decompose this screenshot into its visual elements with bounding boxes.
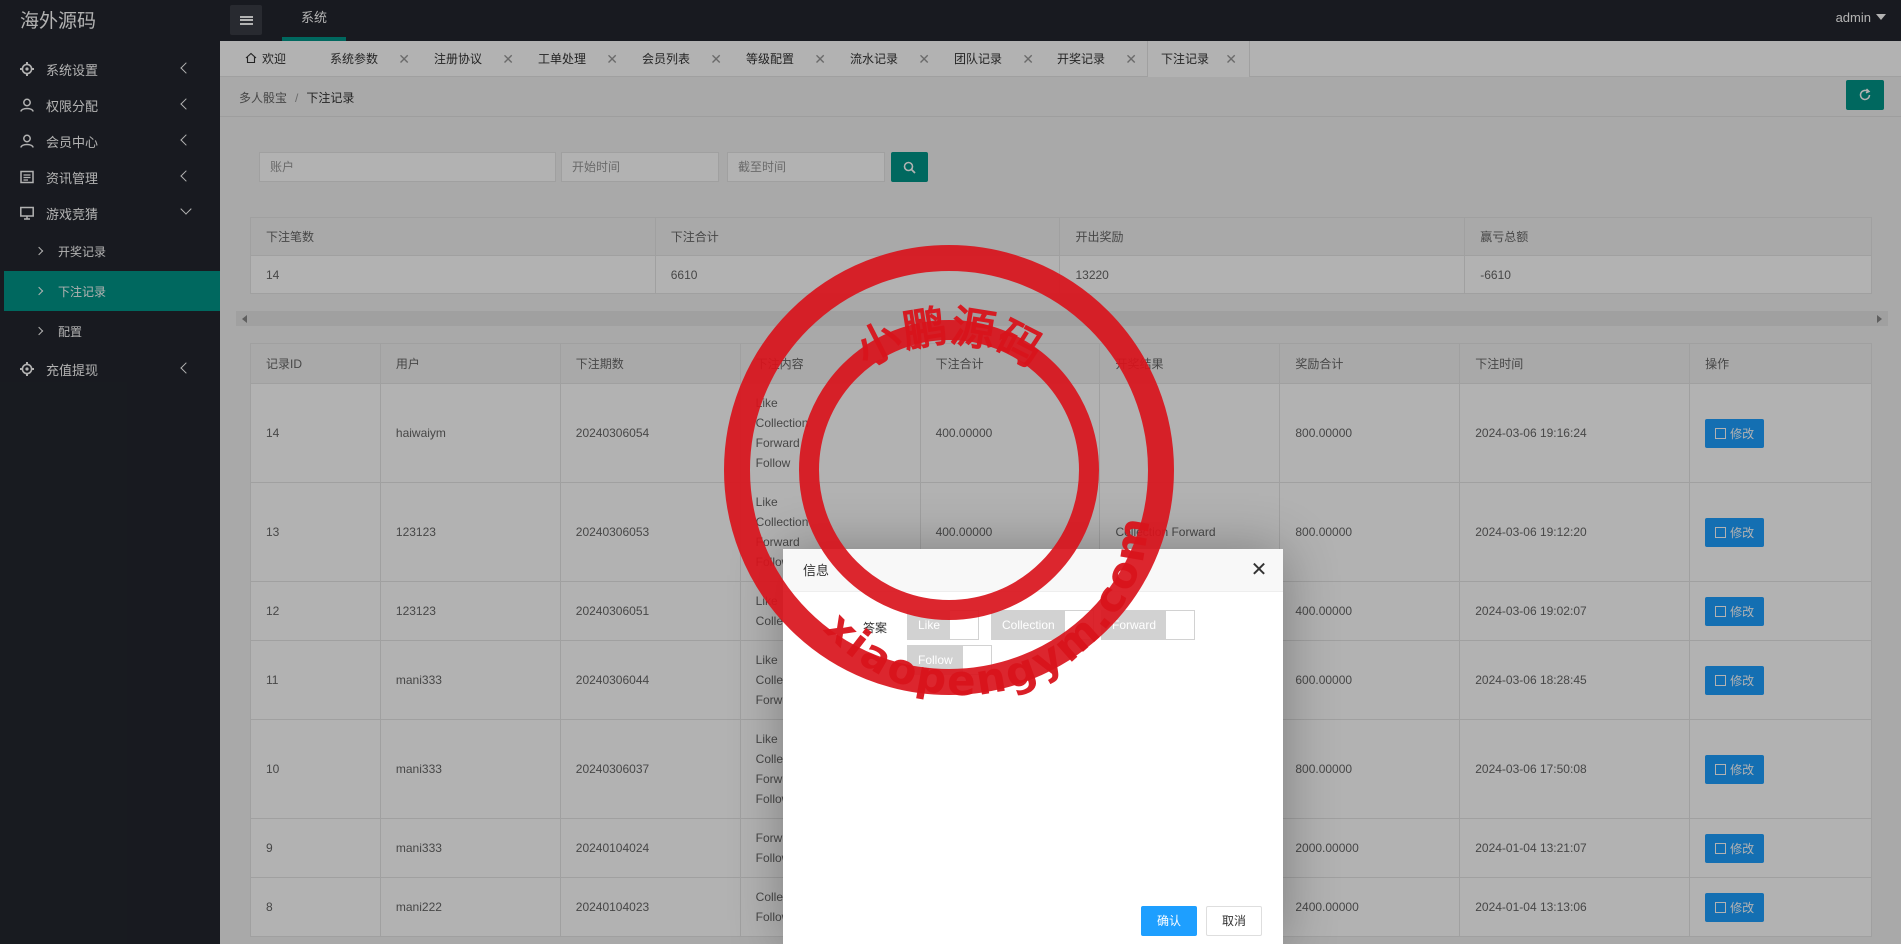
checkbox-forward[interactable]: Forward <box>1101 610 1196 640</box>
dialog-title: 信息 <box>783 549 1283 592</box>
option-label: Forward <box>1102 611 1167 639</box>
close-icon[interactable]: ✕ <box>1250 560 1268 580</box>
option-label: Follow <box>908 646 963 674</box>
option-label: Collection <box>992 611 1065 639</box>
checkbox-collection[interactable]: Collection <box>991 610 1094 640</box>
checkbox-box <box>1064 611 1093 639</box>
checkbox-like[interactable]: Like <box>907 610 980 640</box>
checkbox-follow[interactable]: Follow <box>907 645 992 675</box>
checkbox-box <box>1166 611 1195 639</box>
answer-label: 答案 <box>863 621 888 635</box>
confirm-button[interactable]: 确认 <box>1141 906 1197 936</box>
checkbox-box <box>962 646 991 674</box>
option-label: Like <box>908 611 951 639</box>
checkbox-box <box>950 611 979 639</box>
cancel-button[interactable]: 取消 <box>1206 906 1262 936</box>
edit-dialog: 信息 ✕ 答案 Like Collection Forward Follow 确… <box>783 549 1283 944</box>
